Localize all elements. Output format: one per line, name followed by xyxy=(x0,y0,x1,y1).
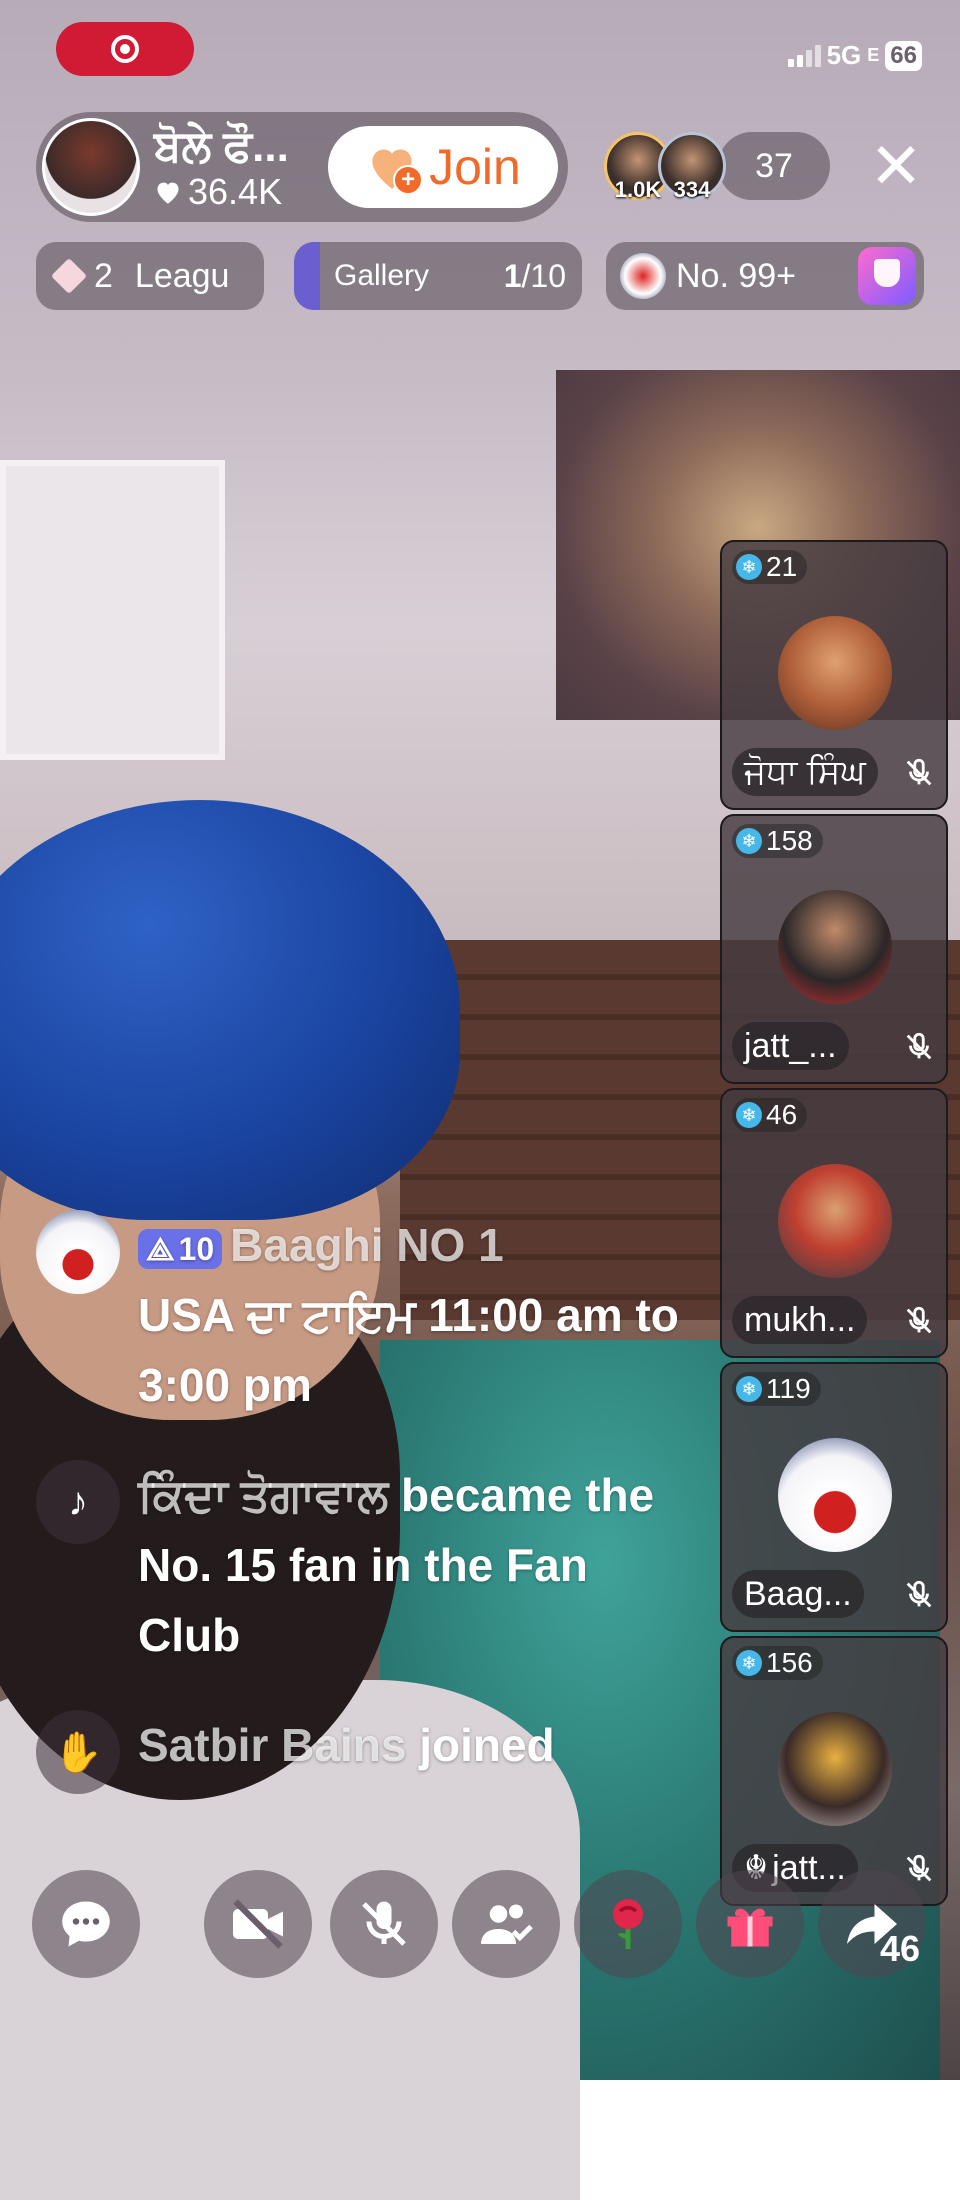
join-label: Join xyxy=(429,139,521,195)
video-window-blind xyxy=(0,460,225,760)
ranking-pill[interactable]: No. 99+ xyxy=(606,242,924,310)
chat-text: USA ਦਾ ਟਾਇਮ 11:00 am to 3:00 pm xyxy=(138,1289,679,1411)
flower-icon: ❄ xyxy=(736,554,762,580)
guest-avatar[interactable] xyxy=(778,616,892,730)
signal-icon xyxy=(787,44,821,67)
network-suffix: E xyxy=(867,45,880,65)
guest-tile[interactable]: ❄ 21 ਜੋਧਾ ਸਿੰਘ xyxy=(720,540,948,810)
bottom-toolbar: 46 xyxy=(32,1870,932,1980)
mic-off-icon xyxy=(906,1306,932,1334)
guest-avatar[interactable] xyxy=(778,1438,892,1552)
chat-username[interactable]: Satbir Bains xyxy=(138,1719,406,1771)
chat-join-message: ✋ Satbir Bains joined xyxy=(36,1710,696,1794)
tiktok-icon: ♪ xyxy=(36,1460,120,1544)
guests-manage-button[interactable] xyxy=(452,1870,560,1978)
guest-panel-list: ❄ 21 ਜੋਧਾ ਸਿੰਘ ❄ 158 jatt_... ❄ 46 mukh... … xyxy=(720,540,948,1906)
video-off-icon xyxy=(233,1899,283,1949)
league-count: 2 xyxy=(94,256,113,295)
share-count: 46 xyxy=(879,1928,920,1969)
rose-icon xyxy=(613,1899,643,1949)
gift-button[interactable] xyxy=(696,1870,804,1978)
user-level-badge: ⟁ 10 xyxy=(138,1228,223,1269)
top-viewer-avatar-2[interactable]: 334 xyxy=(658,132,726,202)
live-chat-feed: ⟁ 10 Baaghi NO 1 USA ਦਾ ਟਾਇਮ 11:00 am to 3… xyxy=(36,1210,696,1834)
trophy-icon xyxy=(858,247,916,305)
guest-name: mukh... xyxy=(732,1296,868,1344)
guest-name: ਜੋਧਾ ਸਿੰਘ xyxy=(732,748,878,796)
status-bar-right: 5G E 66 xyxy=(787,40,922,71)
level-icon: ⟁ xyxy=(146,1230,175,1267)
host-likes-count: 36.4K xyxy=(188,171,283,212)
flower-icon: ❄ xyxy=(736,1102,762,1128)
chat-user-avatar[interactable] xyxy=(36,1210,120,1294)
battery-level: 66 xyxy=(885,40,922,71)
network-type: 5G xyxy=(826,40,862,70)
flower-icon: ❄ xyxy=(736,1650,762,1676)
mic-off-button[interactable] xyxy=(330,1870,438,1978)
flower-icon: ❄ xyxy=(736,1376,762,1402)
close-icon[interactable]: ✕ xyxy=(866,134,926,198)
gallery-current: 1 xyxy=(503,257,522,294)
flower-icon: ❄ xyxy=(736,828,762,854)
chat-username[interactable]: ਕਿੰਦਾ ਤੋਗਾਵਾਲ xyxy=(138,1469,388,1521)
screen-recording-indicator xyxy=(56,22,194,76)
league-pill[interactable]: 2 Leagu xyxy=(36,242,264,310)
heart-icon xyxy=(157,182,179,204)
guest-tile[interactable]: ❄ 156 ☬ jatt... xyxy=(720,1636,948,1906)
share-button[interactable]: 46 xyxy=(818,1870,926,1978)
mic-off-icon xyxy=(906,758,932,786)
league-label: Leagu xyxy=(134,256,230,295)
wave-hand-icon: ✋ xyxy=(36,1710,120,1794)
host-info-pill[interactable]: ਬੋਲੇ ਫੌ... 36.4K + Join xyxy=(36,112,568,222)
guest-name: jatt_... xyxy=(732,1022,849,1070)
chat-text: joined xyxy=(406,1719,555,1771)
chat-bubble-icon xyxy=(62,1901,110,1947)
guest-avatar[interactable] xyxy=(778,1164,892,1278)
guest-avatar[interactable] xyxy=(778,890,892,1004)
guest-avatar[interactable] xyxy=(778,1712,892,1826)
guest-tile[interactable]: ❄ 46 mukh... xyxy=(720,1088,948,1358)
host-avatar[interactable] xyxy=(42,118,140,216)
mic-off-icon xyxy=(906,1032,932,1060)
guest-name: Baag... xyxy=(732,1570,864,1618)
gem-icon xyxy=(50,257,88,295)
comment-button[interactable] xyxy=(32,1870,140,1978)
rank-label: No. 99+ xyxy=(676,256,797,295)
gallery-pill[interactable]: Gallery 1/10 xyxy=(294,242,582,310)
mic-off-icon xyxy=(906,1580,932,1608)
chat-username[interactable]: Baaghi NO 1 xyxy=(230,1219,504,1271)
gift-icon xyxy=(727,1908,773,1947)
viewer-count[interactable]: 37 xyxy=(718,132,830,200)
rank-avatar xyxy=(620,253,666,299)
mic-off-icon xyxy=(362,1901,406,1946)
guest-tile[interactable]: ❄ 119 Baag... xyxy=(720,1362,948,1632)
heart-plus-icon: + xyxy=(365,143,424,195)
gallery-label: Gallery xyxy=(334,259,430,292)
chat-message[interactable]: ⟁ 10 Baaghi NO 1 USA ਦਾ ਟਾਇਮ 11:00 am to 3… xyxy=(36,1210,696,1420)
record-icon xyxy=(111,35,139,63)
host-name: ਬੋਲੇ ਫੌ... xyxy=(154,122,289,171)
top-viewers[interactable]: 1.0K 334 37 xyxy=(604,132,830,202)
join-button[interactable]: + Join xyxy=(328,126,558,208)
gallery-total: /10 xyxy=(521,257,566,294)
people-check-icon xyxy=(481,1904,533,1944)
camera-off-button[interactable] xyxy=(204,1870,312,1978)
chat-system-message: ♪ ਕਿੰਦਾ ਤੋਗਾਵਾਲ became the No. 15 fan in… xyxy=(36,1460,696,1670)
guest-tile[interactable]: ❄ 158 jatt_... xyxy=(720,814,948,1084)
rose-gift-button[interactable] xyxy=(574,1870,682,1978)
